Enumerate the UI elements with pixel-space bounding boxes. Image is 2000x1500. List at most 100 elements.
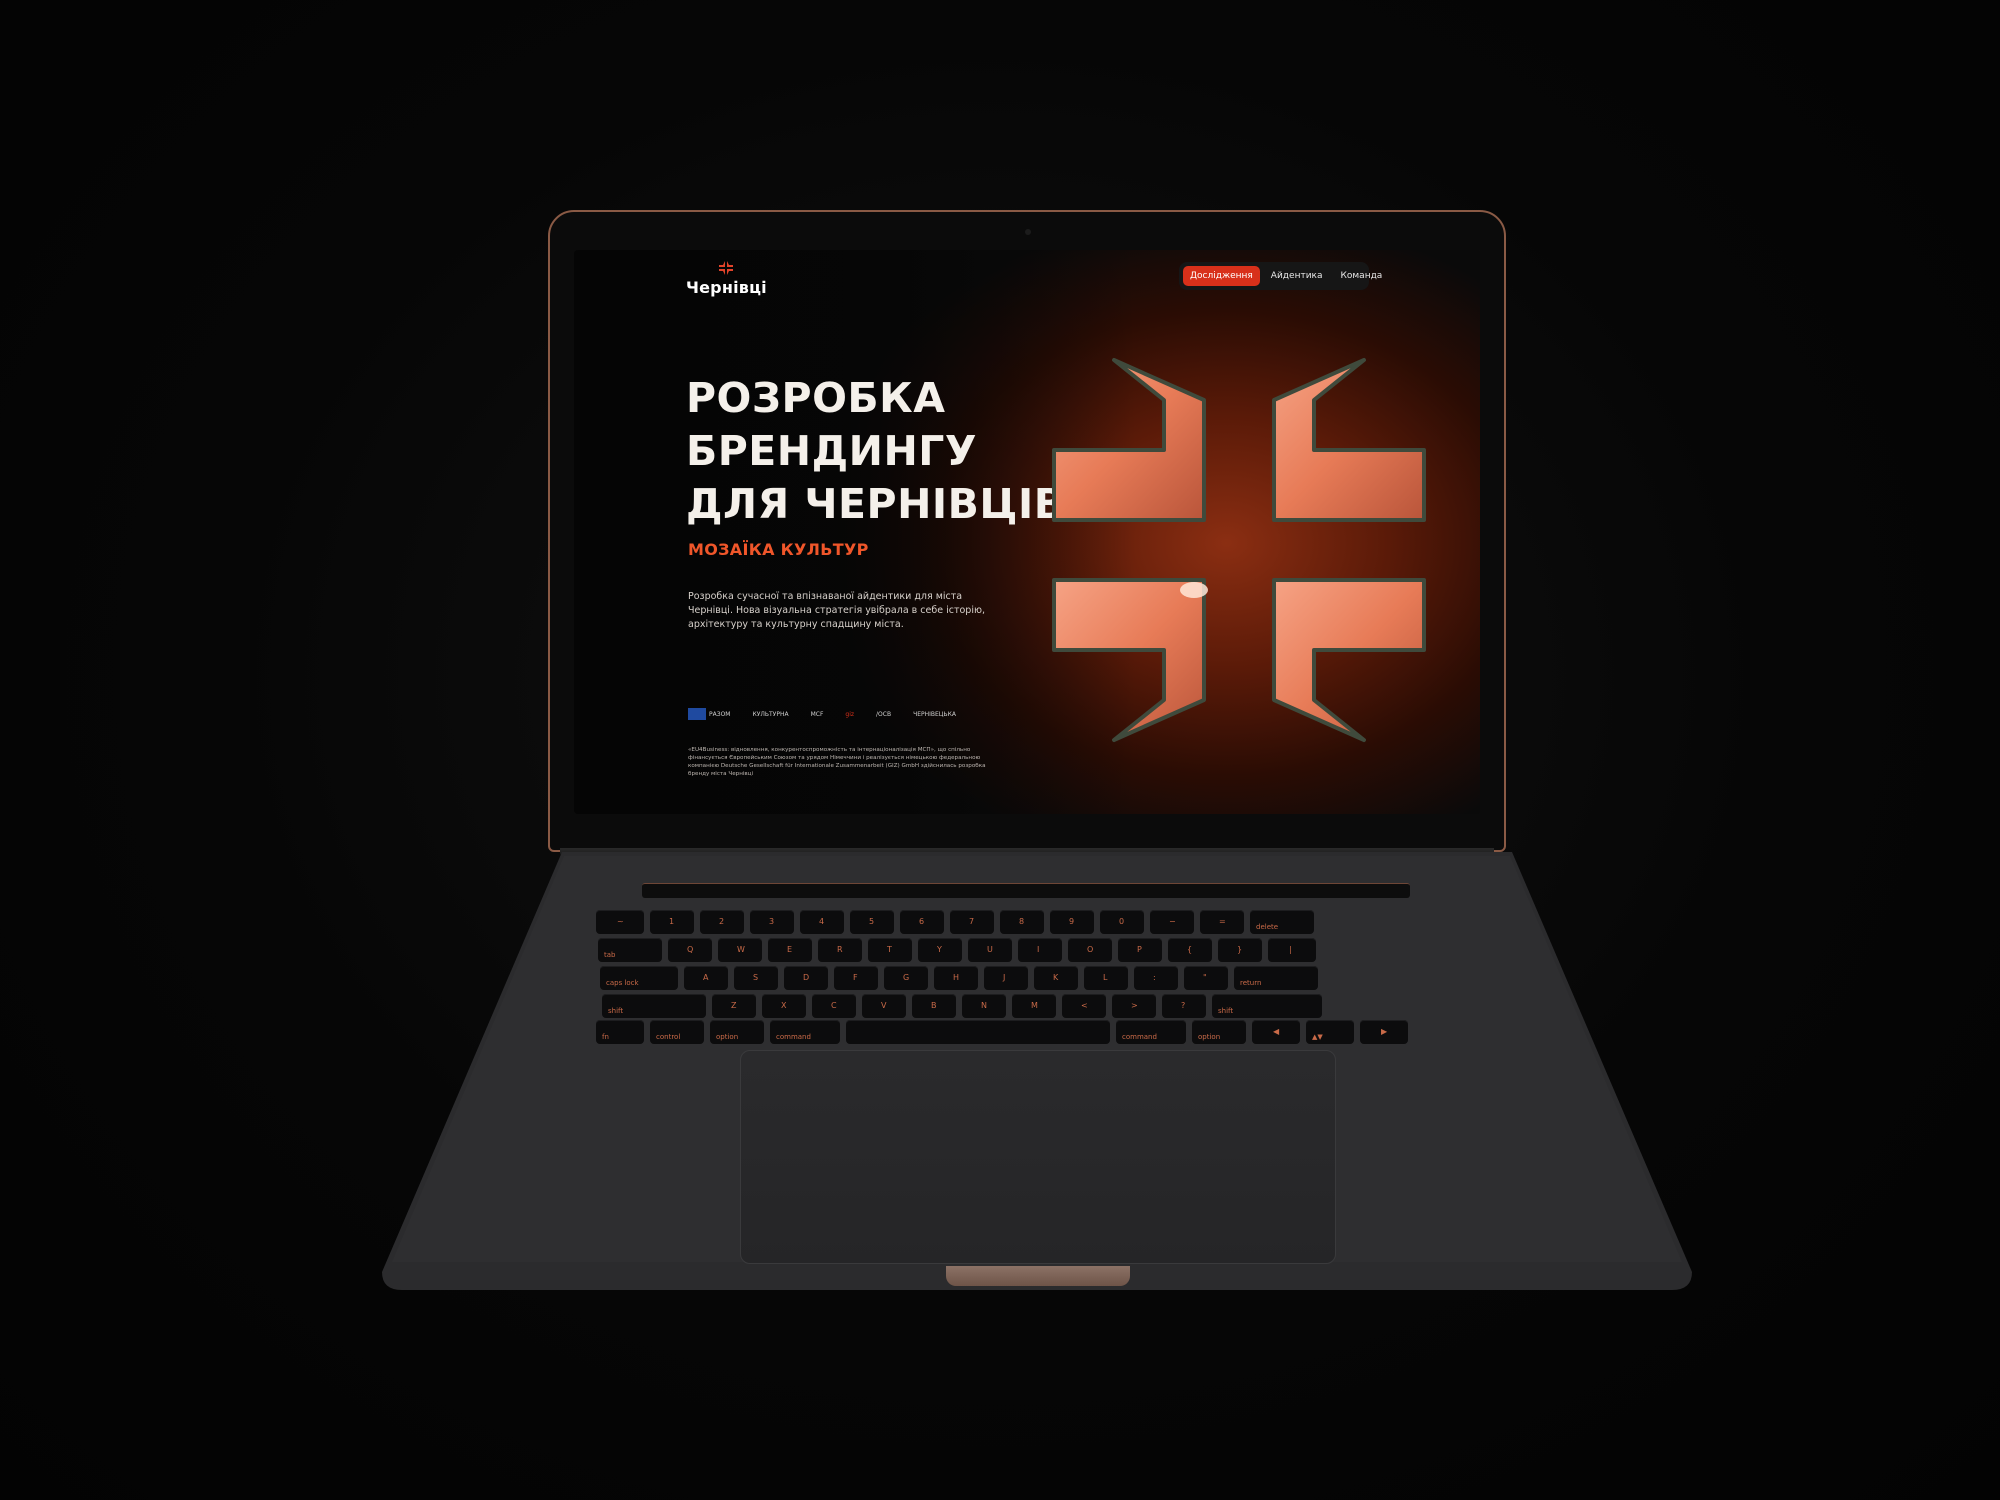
key-label: 1 [669,917,675,926]
keyboard-key[interactable]: command [1116,1020,1186,1044]
keyboard-key[interactable]: option [710,1020,764,1044]
keyboard-key[interactable]: M [1012,994,1056,1018]
key-label: O [1087,945,1094,954]
key-label: 2 [719,917,725,926]
key-label: " [1203,973,1207,982]
key-label: Q [687,945,694,954]
keyboard-key[interactable]: 1 [650,910,694,934]
touch-bar[interactable] [642,883,1410,898]
keyboard-key[interactable]: L [1084,966,1128,990]
tab-research[interactable]: Дослідження [1183,266,1260,286]
key-label: R [837,945,843,954]
tab-team[interactable]: Команда [1334,266,1390,286]
keyboard-key[interactable]: shift [602,994,706,1018]
key-label: ◀ [1273,1027,1280,1036]
keyboard-key[interactable]: | [1268,938,1316,962]
keyboard-key[interactable]: caps lock [600,966,678,990]
partner-logo[interactable]: ЧЕРНІВЕЦЬКА [913,711,956,718]
keyboard-key[interactable]: − [1150,910,1194,934]
keyboard-key[interactable]: S [734,966,778,990]
keyboard-key[interactable]: " [1184,966,1228,990]
keyboard-key[interactable]: ? [1162,994,1206,1018]
key-label: tab [604,951,616,959]
keyboard-key[interactable]: shift [1212,994,1322,1018]
keyboard-key[interactable]: return [1234,966,1318,990]
keyboard-key[interactable]: F [834,966,878,990]
keyboard-key[interactable]: A [684,966,728,990]
key-label: shift [1218,1007,1234,1015]
key-label: S [753,973,759,982]
key-label: U [987,945,993,954]
key-label: D [803,973,810,982]
key-label: E [787,945,793,954]
page-subtitle: МОЗАЇКА КУЛЬТУР [688,540,869,559]
partner-logo[interactable]: MCF [811,711,824,718]
tab-identity[interactable]: Айдентика [1264,266,1330,286]
keyboard-key[interactable]: 5 [850,910,894,934]
keyboard-key[interactable]: E [768,938,812,962]
trackpad[interactable] [740,1050,1336,1264]
keyboard-key[interactable]: 4 [800,910,844,934]
key-label: L [1103,973,1108,982]
partner-logo[interactable]: giz [845,711,854,718]
keyboard-key[interactable]: > [1112,994,1156,1018]
keyboard-key[interactable]: N [962,994,1006,1018]
keyboard-key[interactable]: delete [1250,910,1314,934]
keyboard-key[interactable]: } [1218,938,1262,962]
keyboard-key[interactable]: 6 [900,910,944,934]
keyboard-key[interactable]: B [912,994,956,1018]
keyboard-key[interactable]: option [1192,1020,1246,1044]
site-logo[interactable]: Чернівці [686,260,767,297]
keyboard-key[interactable]: ~ [596,910,644,934]
keyboard-key[interactable]: V [862,994,906,1018]
keyboard-key[interactable]: Z [712,994,756,1018]
key-label: 7 [969,917,975,926]
keyboard-key[interactable]: H [934,966,978,990]
keyboard-key[interactable]: < [1062,994,1106,1018]
partner-logo[interactable]: РАЗОМ [688,708,730,720]
key-label: 6 [919,917,925,926]
key-label: M [1031,1001,1038,1010]
keyboard-key[interactable]: ◀ [1252,1020,1300,1044]
keyboard-key[interactable]: = [1200,910,1244,934]
logo-text: Чернівці [686,278,767,297]
keyboard-key[interactable]: ▲▼ [1306,1020,1354,1044]
keyboard-key[interactable]: 2 [700,910,744,934]
keyboard-key[interactable]: J [984,966,1028,990]
keyboard-key[interactable]: 8 [1000,910,1044,934]
keyboard-key[interactable]: U [968,938,1012,962]
keyboard-key[interactable]: 7 [950,910,994,934]
key-label: P [1137,945,1142,954]
keyboard-key[interactable]: Q [668,938,712,962]
keyboard-key[interactable] [846,1020,1110,1044]
key-label: ~ [617,917,624,926]
partner-logo[interactable]: /OCB [876,711,891,718]
keyboard-key[interactable]: I [1018,938,1062,962]
keyboard-key[interactable]: ▶ [1360,1020,1408,1044]
keyboard-key[interactable]: O [1068,938,1112,962]
keyboard-key[interactable]: tab [598,938,662,962]
keyboard-key[interactable]: 9 [1050,910,1094,934]
keyboard-key[interactable]: X [762,994,806,1018]
keyboard-key[interactable]: 0 [1100,910,1144,934]
keyboard-key[interactable]: W [718,938,762,962]
keyboard-key[interactable]: command [770,1020,840,1044]
keyboard-key[interactable]: P [1118,938,1162,962]
key-label: < [1081,1001,1088,1010]
keyboard-key[interactable]: G [884,966,928,990]
keyboard-key[interactable]: C [812,994,856,1018]
keyboard-key[interactable]: fn [596,1020,644,1044]
keyboard-key[interactable]: K [1034,966,1078,990]
keyboard-key[interactable]: control [650,1020,704,1044]
keyboard-key[interactable]: { [1168,938,1212,962]
keyboard-key[interactable]: D [784,966,828,990]
key-label: delete [1256,923,1279,931]
key-label: T [887,945,892,954]
keyboard-key[interactable]: Y [918,938,962,962]
keyboard-key[interactable]: : [1134,966,1178,990]
keyboard-key[interactable]: R [818,938,862,962]
keyboard-key[interactable]: T [868,938,912,962]
key-label: V [881,1001,887,1010]
keyboard-key[interactable]: 3 [750,910,794,934]
partner-logo[interactable]: КУЛЬТУРНА [752,711,788,718]
